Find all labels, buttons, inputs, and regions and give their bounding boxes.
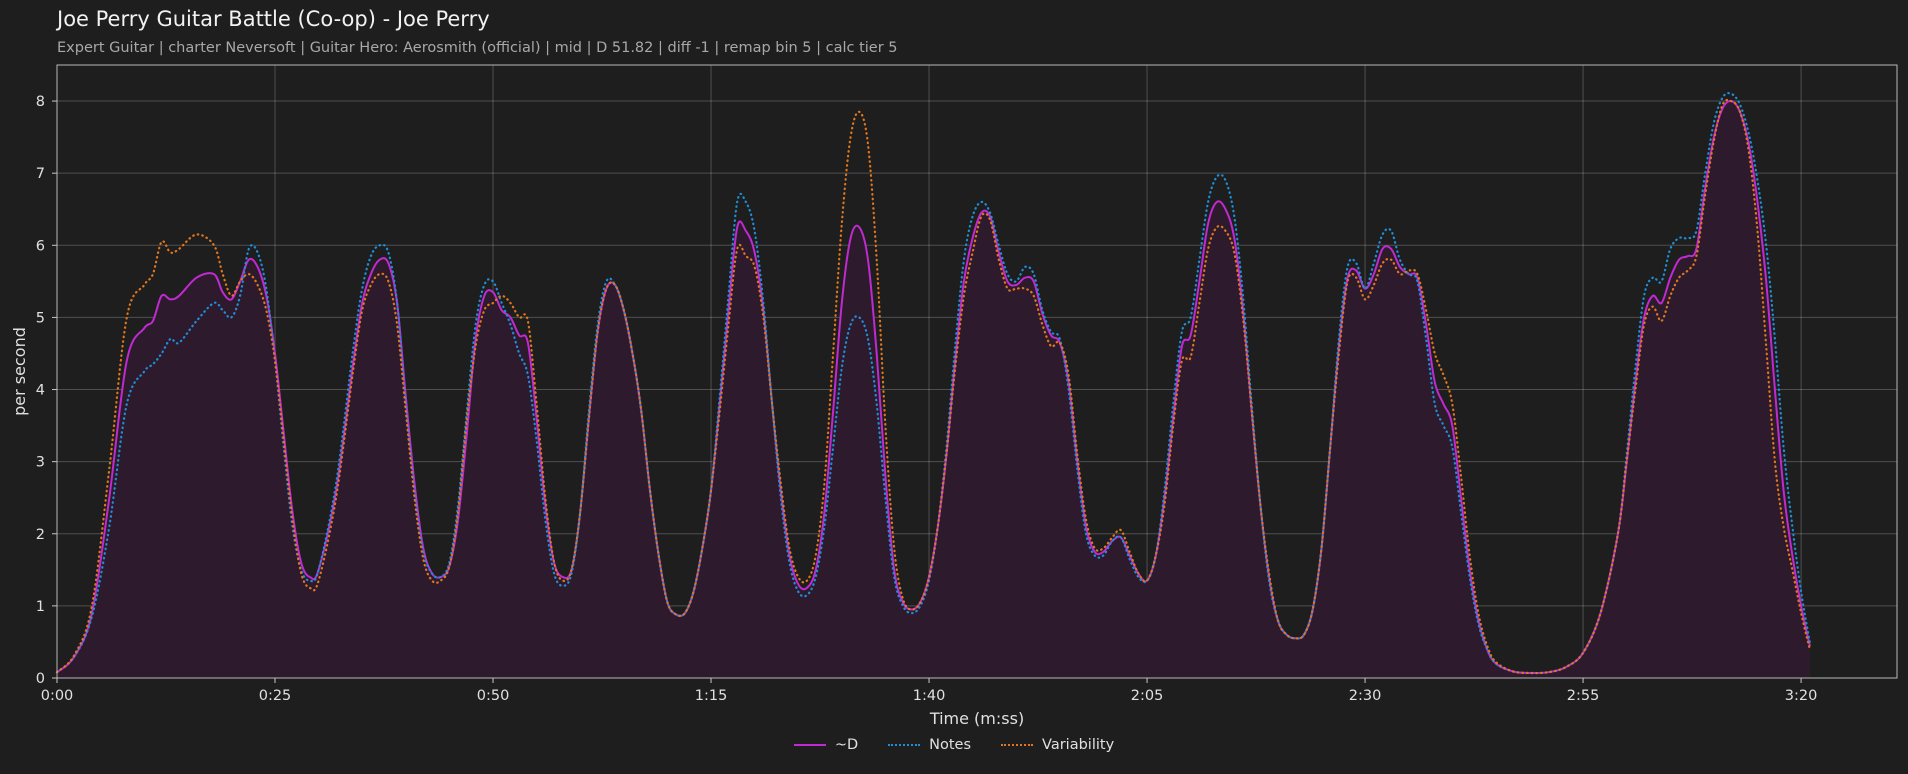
x-tick-label: 2:30 bbox=[1349, 688, 1382, 704]
x-axis-ticks: 0:00 0:25 0:50 1:15 1:40 2:05 2:30 2:55 3:20 bbox=[41, 678, 1818, 704]
y-axis-label: per second bbox=[10, 327, 29, 416]
x-tick-label: 0:50 bbox=[477, 688, 510, 704]
y-tick-label: 0 bbox=[36, 671, 45, 687]
line-chart: 0:00 0:25 0:50 1:15 1:40 2:05 2:30 2:55 3:20 0 1 2… bbox=[10, 64, 1898, 728]
legend-label-variability: Variability bbox=[1042, 737, 1115, 753]
y-tick-label: 8 bbox=[36, 94, 45, 110]
x-tick-label: 0:00 bbox=[41, 688, 74, 704]
y-tick-label: 5 bbox=[36, 310, 45, 326]
legend-label-d: ~D bbox=[834, 737, 859, 753]
legend-swatch-variability bbox=[1001, 744, 1034, 746]
y-tick-label: 2 bbox=[36, 527, 45, 543]
legend-item-d: ~D bbox=[793, 737, 859, 753]
y-tick-label: 7 bbox=[36, 166, 45, 182]
x-tick-label: 1:15 bbox=[695, 688, 728, 704]
x-tick-label: 2:55 bbox=[1567, 688, 1600, 704]
x-tick-label: 2:05 bbox=[1131, 688, 1164, 704]
x-axis-label: Time (m:ss) bbox=[929, 709, 1024, 728]
legend-label-notes: Notes bbox=[929, 737, 972, 753]
y-tick-label: 3 bbox=[36, 455, 45, 471]
y-tick-label: 6 bbox=[36, 238, 45, 254]
legend-item-notes: Notes bbox=[888, 737, 971, 753]
legend-item-variability: Variability bbox=[1001, 737, 1114, 753]
y-tick-label: 1 bbox=[36, 599, 45, 615]
y-axis-ticks: 0 1 2 3 4 5 6 7 8 bbox=[36, 94, 57, 687]
x-tick-label: 1:40 bbox=[913, 688, 946, 704]
legend-swatch-d bbox=[793, 744, 826, 746]
legend-swatch-notes bbox=[888, 744, 921, 746]
x-tick-label: 3:20 bbox=[1785, 688, 1818, 704]
y-tick-label: 4 bbox=[36, 383, 45, 399]
x-tick-label: 0:25 bbox=[259, 688, 292, 704]
legend: ~D Notes Variability bbox=[0, 737, 1908, 753]
